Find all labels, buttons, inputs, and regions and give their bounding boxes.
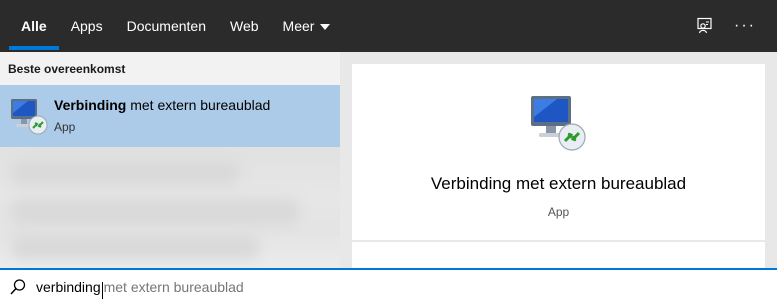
best-match-result[interactable]: Verbinding met extern bureaublad App	[0, 85, 340, 147]
result-text: Verbinding met extern bureaublad App	[54, 95, 270, 136]
results-panel: Beste overeenkomst Verbinding met extern…	[0, 52, 340, 268]
detail-card: Verbinding met extern bureaublad App	[352, 64, 765, 240]
blurred-row	[10, 235, 260, 259]
tab-label: Documenten	[126, 18, 206, 34]
detail-actions-card	[352, 242, 765, 268]
detail-subtitle: App	[547, 205, 570, 219]
remote-desktop-icon	[11, 99, 48, 135]
search-input[interactable]: verbinding	[36, 279, 101, 295]
chevron-down-icon	[320, 24, 331, 30]
tab-documenten[interactable]: Documenten	[115, 0, 218, 52]
search-icon	[10, 279, 26, 295]
more-icon: ···	[734, 17, 756, 34]
feedback-button[interactable]	[685, 6, 725, 46]
detail-panel: Verbinding met extern bureaublad App	[340, 52, 777, 268]
result-title-rest: met extern bureaublad	[126, 97, 271, 113]
result-subtitle: App	[54, 120, 76, 134]
blurred-row	[10, 199, 300, 225]
search-autocomplete-suggestion: met extern bureaublad	[103, 279, 244, 295]
remote-desktop-icon	[530, 96, 586, 151]
tab-label: Alle	[21, 18, 47, 34]
search-box[interactable]: verbinding met extern bureaublad	[0, 268, 777, 304]
detail-title: Verbinding met extern bureaublad	[430, 174, 687, 193]
top-actions: ···	[685, 0, 777, 52]
tab-alle[interactable]: Alle	[9, 0, 59, 52]
tab-web[interactable]: Web	[218, 0, 271, 52]
feedback-icon	[697, 17, 712, 34]
tab-label: Web	[230, 18, 259, 34]
section-header: Beste overeenkomst	[0, 52, 340, 85]
result-title-match: Verbinding	[54, 97, 127, 113]
tab-label: Meer	[282, 18, 315, 34]
result-title: Verbinding met extern bureaublad	[54, 95, 270, 115]
tab-apps[interactable]: Apps	[59, 0, 115, 52]
filter-tab-bar: Alle Apps Documenten Web Meer ···	[0, 0, 777, 52]
blurred-results	[0, 147, 340, 268]
more-options-button[interactable]: ···	[725, 6, 765, 46]
tab-label: Apps	[70, 18, 103, 34]
blurred-row	[10, 161, 240, 185]
tab-meer[interactable]: Meer	[271, 0, 343, 52]
filter-tabs: Alle Apps Documenten Web Meer	[0, 0, 342, 52]
text-cursor	[101, 281, 103, 299]
